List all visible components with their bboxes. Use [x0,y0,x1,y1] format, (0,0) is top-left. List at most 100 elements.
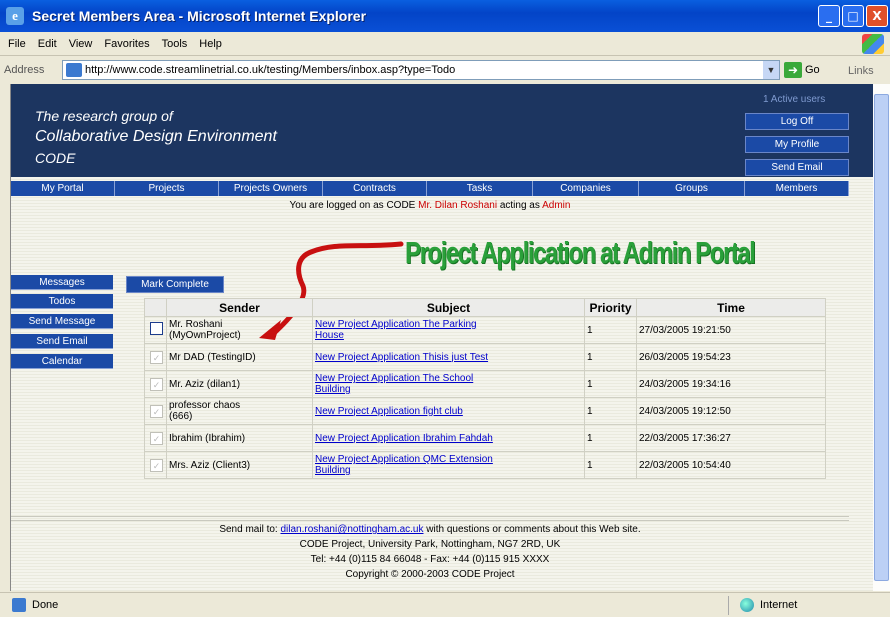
nav-projects-owners[interactable]: Projects Owners [219,181,323,196]
row-checkbox-cell: ✓ [144,370,167,398]
my-profile-button[interactable]: My Profile [745,136,849,153]
maximize-button[interactable]: □ [842,5,864,27]
priority-cell: 1 [584,343,637,371]
todo-table: Sender Subject Priority Time Mr. Roshani… [144,298,826,479]
header-priority: Priority [584,298,637,317]
nav-projects[interactable]: Projects [115,181,219,196]
header-checkbox-col [144,298,167,317]
row-checkbox[interactable] [150,322,163,335]
subject-link[interactable]: New Project Application QMC Extension Bui… [315,454,493,476]
nav-groups[interactable]: Groups [639,181,745,196]
mark-complete-button[interactable]: Mark Complete [126,276,224,293]
main-nav: My Portal Projects Projects Owners Contr… [11,181,849,196]
subject-cell: New Project Application Ibrahim Fahdah [312,424,585,452]
nav-contracts[interactable]: Contracts [323,181,427,196]
sidebar-item-send-email[interactable]: Send Email [11,334,113,349]
priority-cell: 1 [584,451,637,479]
footer-mail-suffix: with questions or comments about this We… [426,524,641,535]
subject-line-2: House [315,330,344,341]
menu-help[interactable]: Help [199,38,222,50]
subject-line-1: New Project Application QMC Extension [315,454,493,465]
log-off-button[interactable]: Log Off [745,113,849,130]
status-divider [728,596,729,615]
go-button[interactable]: ➜ Go [784,62,820,78]
sidebar-item-todos[interactable]: Todos [11,294,113,309]
priority-cell: 1 [584,397,637,425]
time-cell: 26/03/2005 19:54:23 [636,343,826,371]
sender-cell: Mrs. Aziz (Client3) [166,451,313,479]
sender-cell: Ibrahim (Ibrahim) [166,424,313,452]
go-arrow-icon: ➜ [784,62,802,78]
subject-line-1: New Project Application The School [315,373,474,384]
sender-name: Mrs. Aziz (Client3) [169,459,251,471]
row-checkbox-cell: ✓ [144,451,167,479]
footer-email-link[interactable]: dilan.roshani@nottingham.ac.uk [280,524,423,535]
table-row: Mr. Roshani (MyOwnProject) New Project App… [144,316,826,344]
sender-cell: Mr. Aziz (dilan1) [166,370,313,398]
menu-view[interactable]: View [69,38,93,50]
site-header: The research group of Collaborative Desi… [11,84,873,177]
footer-mail-prefix: Send mail to: [219,524,278,535]
active-users: 1 Active users [763,94,826,105]
links-label[interactable]: Links [848,65,874,77]
sidebar-item-messages[interactable]: Messages [11,275,113,290]
subject-cell: New Project Application fight club [312,397,585,425]
chevron-down-icon[interactable]: ▼ [763,61,779,79]
subject-line-1: New Project Application fight club [315,405,463,417]
row-checkbox[interactable]: ✓ [150,404,163,418]
nav-my-portal[interactable]: My Portal [11,181,115,196]
subject-link[interactable]: New Project Application The School Buildi… [315,373,473,395]
header-line-1: The research group of [35,108,173,124]
nav-tasks[interactable]: Tasks [427,181,533,196]
address-url: http://www.code.streamlinetrial.co.uk/te… [85,64,456,76]
windows-logo-icon [862,34,884,54]
page-icon [66,63,82,77]
nav-companies[interactable]: Companies [533,181,639,196]
page-done-icon [12,598,26,612]
zone-label: Internet [760,599,798,611]
menu-edit[interactable]: Edit [38,38,57,50]
sender-id: (MyOwnProject) [169,330,241,341]
subject-link[interactable]: New Project Application Thisis just Test [315,352,488,363]
minimize-button[interactable]: _ [818,5,840,27]
sender-cell: Mr DAD (TestingID) [166,343,313,371]
address-input[interactable]: http://www.code.streamlinetrial.co.uk/te… [62,60,780,80]
row-checkbox[interactable]: ✓ [150,350,163,364]
subject-link[interactable]: New Project Application Ibrahim Fahdah [315,433,493,444]
title-bar: e Secret Members Area - Microsoft Intern… [0,0,890,32]
menu-favorites[interactable]: Favorites [104,38,149,50]
close-button[interactable]: X [866,5,888,27]
subject-line-1: New Project Application The Parking [315,319,477,330]
row-checkbox[interactable]: ✓ [150,377,163,391]
scrollbar-thumb[interactable] [874,94,889,581]
table-row: ✓ Ibrahim (Ibrahim) New Project Applicatio… [144,424,826,452]
time-cell: 24/03/2005 19:34:16 [636,370,826,398]
send-email-button[interactable]: Send Email [745,159,849,176]
menu-tools[interactable]: Tools [162,38,188,50]
priority-cell: 1 [584,370,637,398]
footer-copyright: Copyright © 2000-2003 CODE Project [345,569,515,580]
row-checkbox[interactable]: ✓ [150,458,163,472]
subject-line-2: Building [315,465,351,476]
time-cell: 27/03/2005 19:21:50 [636,316,826,344]
sidebar-item-calendar[interactable]: Calendar [11,354,113,369]
login-status: You are logged on as CODE Mr. Dilan Rosh… [11,200,849,211]
vertical-scrollbar[interactable] [873,84,890,591]
sidebar-item-send-message[interactable]: Send Message [11,314,113,329]
header-sender: Sender [166,298,313,317]
sender-name: professor chaos [169,400,241,411]
footer-phone: Tel: +44 (0)115 84 66048 - Fax: +44 (0)1… [310,554,550,565]
row-checkbox[interactable]: ✓ [150,431,163,445]
subject-link[interactable]: New Project Application The Parking House [315,319,477,341]
sender-id: (666) [169,411,193,422]
footer-address: CODE Project, University Park, Nottingha… [299,539,561,550]
subject-link[interactable]: New Project Application fight club [315,406,463,417]
login-prefix: You are logged on as CODE [289,200,416,211]
sender-cell: professor chaos (666) [166,397,313,425]
table-header-row: Sender Subject Priority Time [144,298,826,317]
header-line-3: CODE [35,150,76,166]
login-role: Admin [542,200,571,211]
nav-members[interactable]: Members [745,181,849,196]
footer: Send mail to: dilan.roshani@nottingham.a… [11,522,849,582]
menu-file[interactable]: File [8,38,26,50]
